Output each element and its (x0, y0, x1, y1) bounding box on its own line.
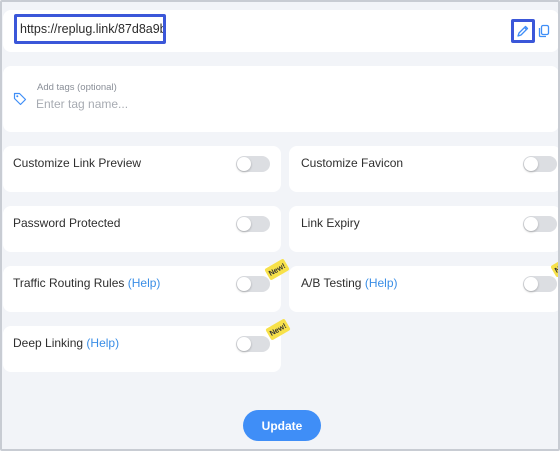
link-settings-panel: https://replug.link/87d8a9b0 Add tags (o… (0, 0, 560, 451)
copy-url-button[interactable] (535, 22, 553, 40)
link-expiry-label: Link Expiry (301, 216, 360, 230)
customize-favicon-toggle[interactable] (523, 156, 557, 172)
customize-link-preview-label: Customize Link Preview (13, 156, 142, 170)
ab-testing-option: A/B Testing (Help) (289, 266, 558, 312)
tag-icon (13, 92, 27, 106)
deep-linking-toggle[interactable] (236, 336, 270, 352)
pencil-icon (517, 25, 529, 37)
link-expiry-toggle[interactable] (523, 216, 557, 232)
toggle-knob (524, 157, 538, 171)
tags-label: Add tags (optional) (37, 82, 117, 93)
customize-favicon-option: Customize Favicon (289, 146, 558, 192)
password-protected-option: Password Protected (3, 206, 281, 252)
deep-linking-label: Deep Linking (13, 336, 84, 350)
deep-linking-text: Deep Linking (Help) (13, 336, 119, 350)
update-button[interactable]: Update (243, 410, 321, 441)
password-protected-label: Password Protected (13, 216, 121, 230)
ab-testing-help-link[interactable]: (Help) (365, 276, 398, 290)
traffic-routing-rules-toggle[interactable] (236, 276, 270, 292)
customize-link-preview-option: Customize Link Preview (3, 146, 281, 192)
deep-linking-option: Deep Linking (Help) (3, 326, 281, 372)
traffic-routing-help-link[interactable]: (Help) (128, 276, 161, 290)
toggle-knob (237, 157, 251, 171)
traffic-routing-rules-label: Traffic Routing Rules (13, 276, 125, 290)
traffic-routing-rules-text: Traffic Routing Rules (Help) (13, 276, 160, 290)
deep-linking-help-link[interactable]: (Help) (86, 336, 119, 350)
toggle-knob (524, 217, 538, 231)
toggle-knob (237, 217, 251, 231)
toggle-knob (237, 277, 251, 291)
short-url-card: https://replug.link/87d8a9b0 (3, 10, 558, 52)
edit-url-button[interactable] (511, 19, 535, 43)
toggle-knob (237, 337, 251, 351)
tags-card: Add tags (optional) (3, 66, 558, 132)
ab-testing-text: A/B Testing (Help) (301, 276, 398, 290)
toggle-knob (524, 277, 538, 291)
ab-testing-label: A/B Testing (301, 276, 362, 290)
ab-testing-toggle[interactable] (523, 276, 557, 292)
password-protected-toggle[interactable] (236, 216, 270, 232)
copy-icon (538, 24, 550, 38)
short-url-field[interactable]: https://replug.link/87d8a9b0 (14, 14, 166, 44)
link-expiry-option: Link Expiry (289, 206, 558, 252)
customize-link-preview-toggle[interactable] (236, 156, 270, 172)
traffic-routing-rules-option: Traffic Routing Rules (Help) (3, 266, 281, 312)
customize-favicon-label: Customize Favicon (301, 156, 404, 170)
tag-name-input[interactable] (36, 95, 336, 113)
